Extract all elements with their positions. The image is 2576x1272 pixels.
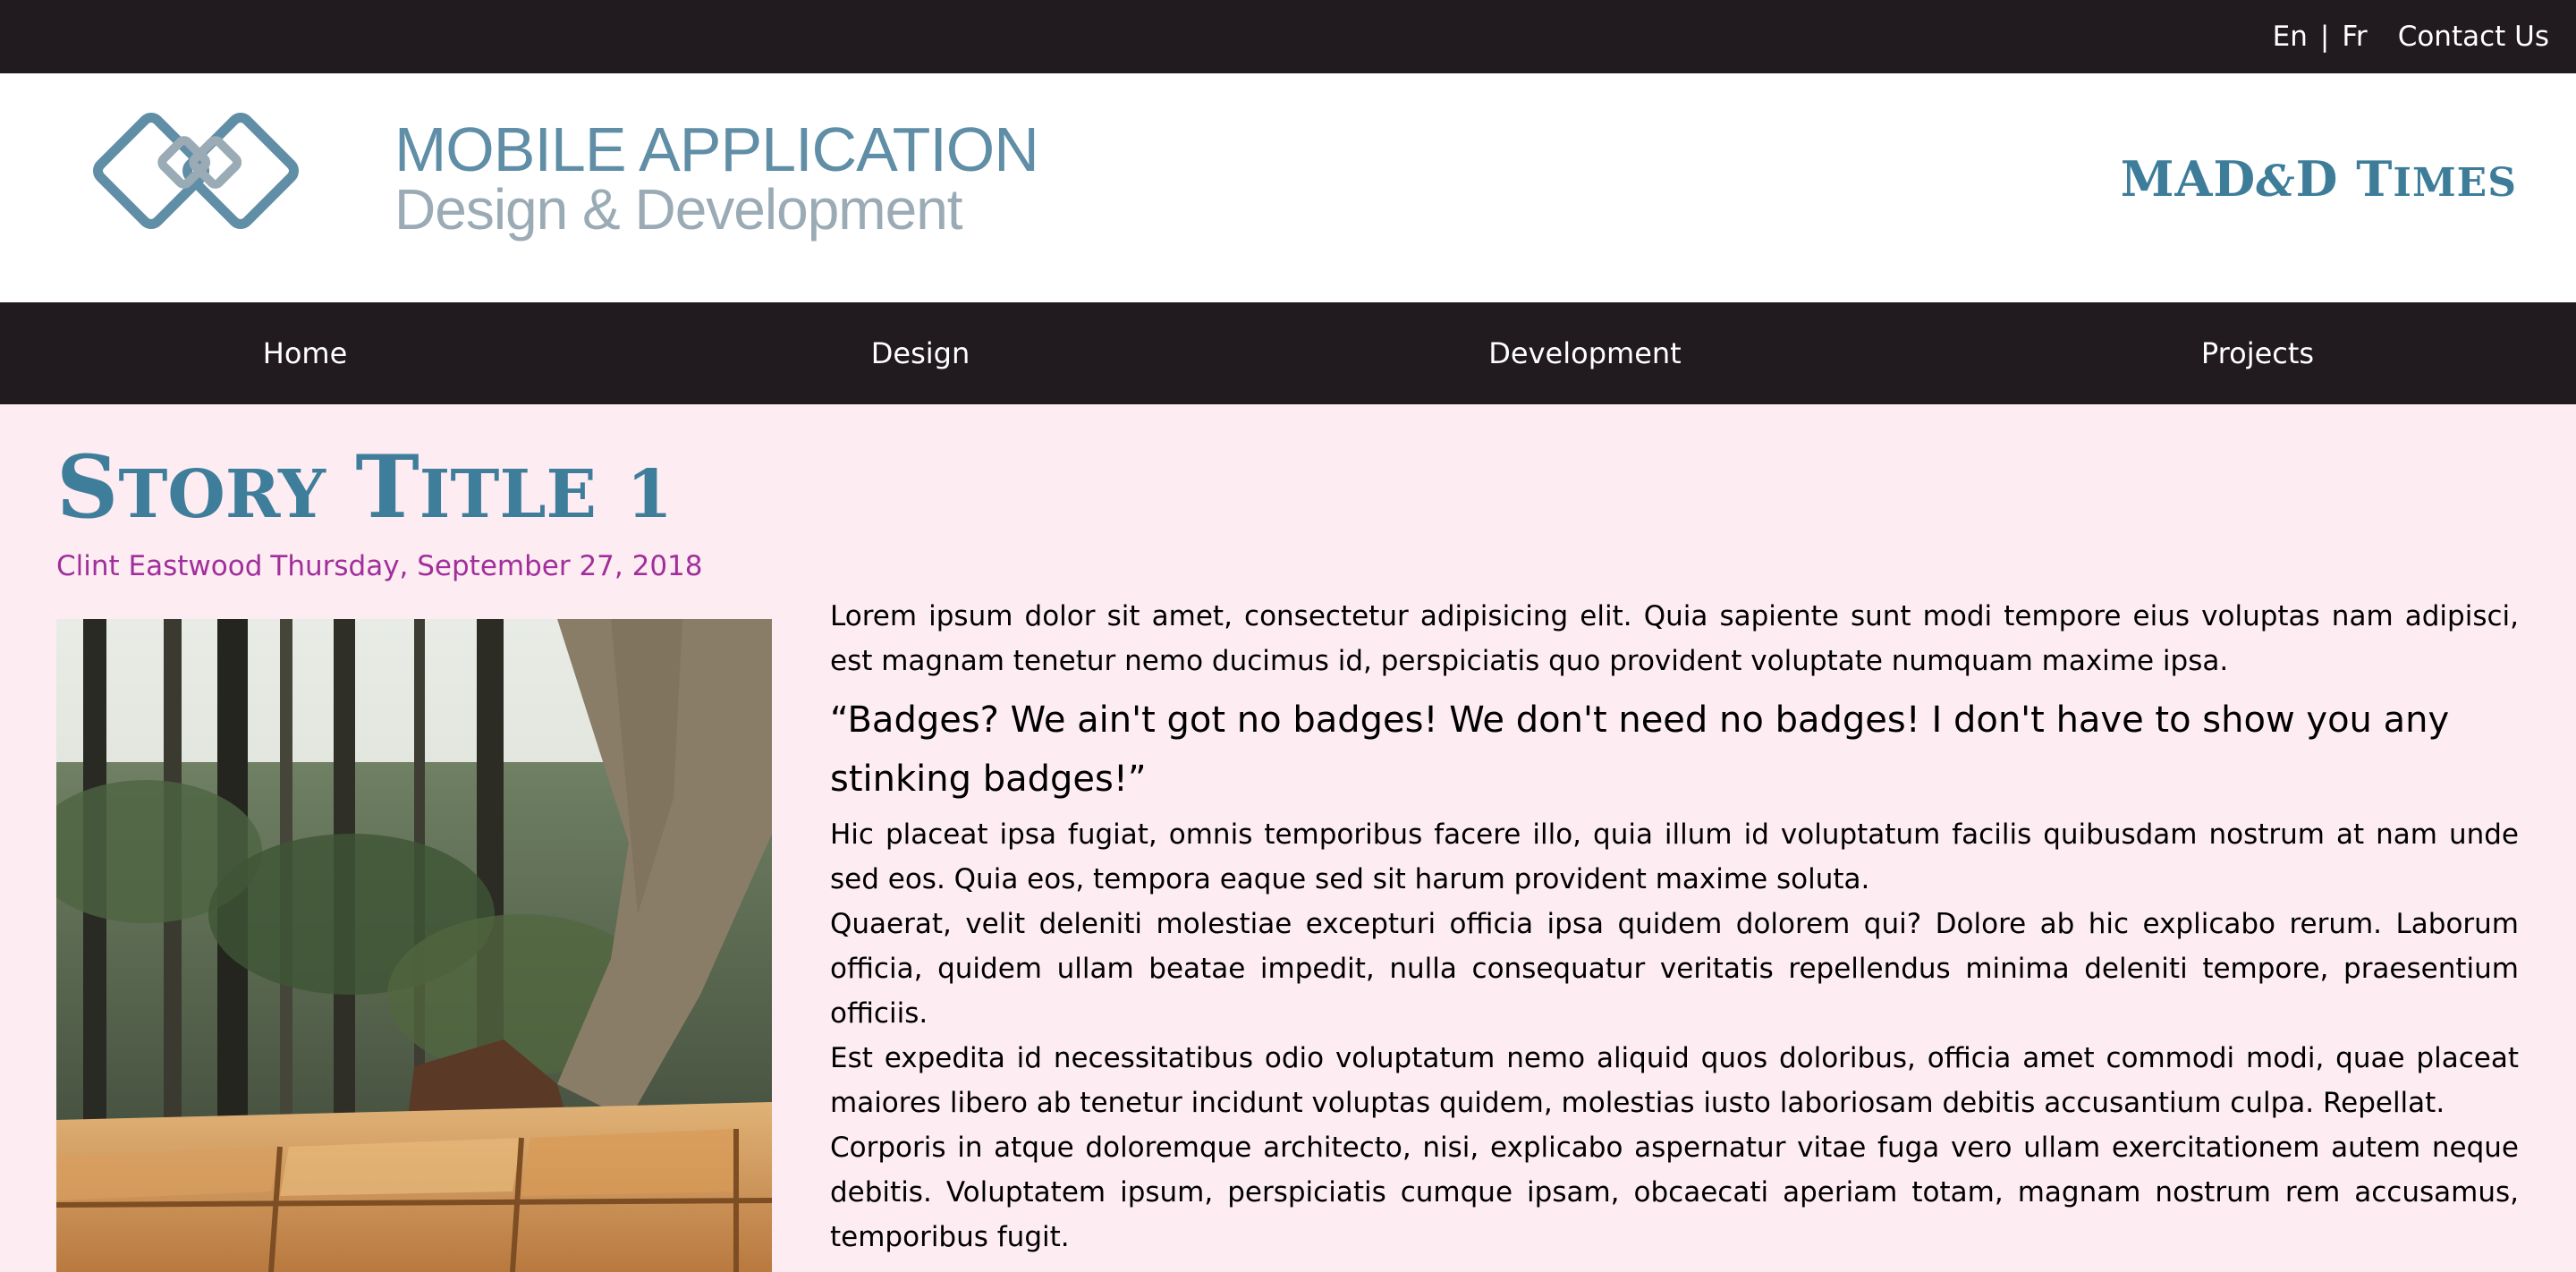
paragraph-2: Hic placeat ipsa fugiat, omnis temporibu… bbox=[830, 818, 2519, 895]
top-utility-bar: En | Fr Contact Us bbox=[0, 0, 2576, 73]
story-body: Lorem ipsum dolor sit amet, consectetur … bbox=[830, 594, 2519, 1259]
language-switcher: En | Fr bbox=[2273, 21, 2368, 53]
nav-item-home[interactable]: Home bbox=[263, 302, 348, 404]
hiker-on-boardwalk-photo bbox=[56, 619, 772, 1272]
main-navigation: Home Design Development Projects bbox=[0, 302, 2576, 404]
publish-date: Thursday, September 27, 2018 bbox=[270, 550, 703, 582]
pull-quote: “Badges? We ain't got no badges! We don'… bbox=[830, 700, 2450, 800]
story-title: STORY TITLE 1 bbox=[56, 438, 673, 544]
logo-line-1: MOBILE APPLICATION bbox=[394, 114, 1039, 184]
brand-ampersand: & bbox=[2256, 157, 2296, 207]
site-header: MOBILE APPLICATION Design & Development … bbox=[0, 73, 2576, 302]
nav-item-projects[interactable]: Projects bbox=[2201, 302, 2314, 404]
lang-separator: | bbox=[2319, 21, 2330, 53]
contact-us-link[interactable]: Contact Us bbox=[2398, 21, 2549, 53]
lang-fr-link[interactable]: Fr bbox=[2342, 21, 2367, 53]
story-byline: Clint Eastwood Thursday, September 27, 20… bbox=[56, 550, 703, 582]
title-number: 1 bbox=[626, 456, 673, 533]
paragraph-5: Corporis in atque doloremque architecto,… bbox=[830, 1132, 2519, 1253]
paragraph-1: Lorem ipsum dolor sit amet, consectetur … bbox=[830, 600, 2519, 677]
nav-item-design[interactable]: Design bbox=[871, 302, 970, 404]
story-image bbox=[56, 619, 772, 1272]
logo-line-2: Design & Development bbox=[394, 177, 963, 242]
brand-part-2: D T bbox=[2295, 150, 2394, 208]
lang-en-link[interactable]: En bbox=[2273, 21, 2308, 53]
brand-part-1: MAD bbox=[2120, 150, 2257, 208]
title-smallcaps: TORY bbox=[118, 456, 326, 533]
nav-item-development[interactable]: Development bbox=[1488, 302, 1681, 404]
interlocking-diamonds-logo-icon[interactable] bbox=[89, 109, 331, 254]
author-name: Clint Eastwood bbox=[56, 550, 263, 582]
story-section: STORY TITLE 1 Clint Eastwood Thursday, Se… bbox=[0, 404, 2576, 1272]
title-smallcaps: ITLE bbox=[419, 456, 597, 533]
brand-part-3: IMES bbox=[2393, 160, 2517, 206]
paragraph-3: Quaerat, velit deleniti molestiae except… bbox=[830, 908, 2519, 1030]
logo-wordmark[interactable]: MOBILE APPLICATION Design & Development bbox=[394, 114, 1039, 242]
title-letter: S bbox=[56, 437, 119, 538]
title-letter: T bbox=[355, 437, 419, 538]
paragraph-4: Est expedita id necessitatibus odio volu… bbox=[830, 1042, 2519, 1119]
mad-d-times-brand[interactable]: MAD&D TIMES bbox=[2121, 150, 2517, 208]
